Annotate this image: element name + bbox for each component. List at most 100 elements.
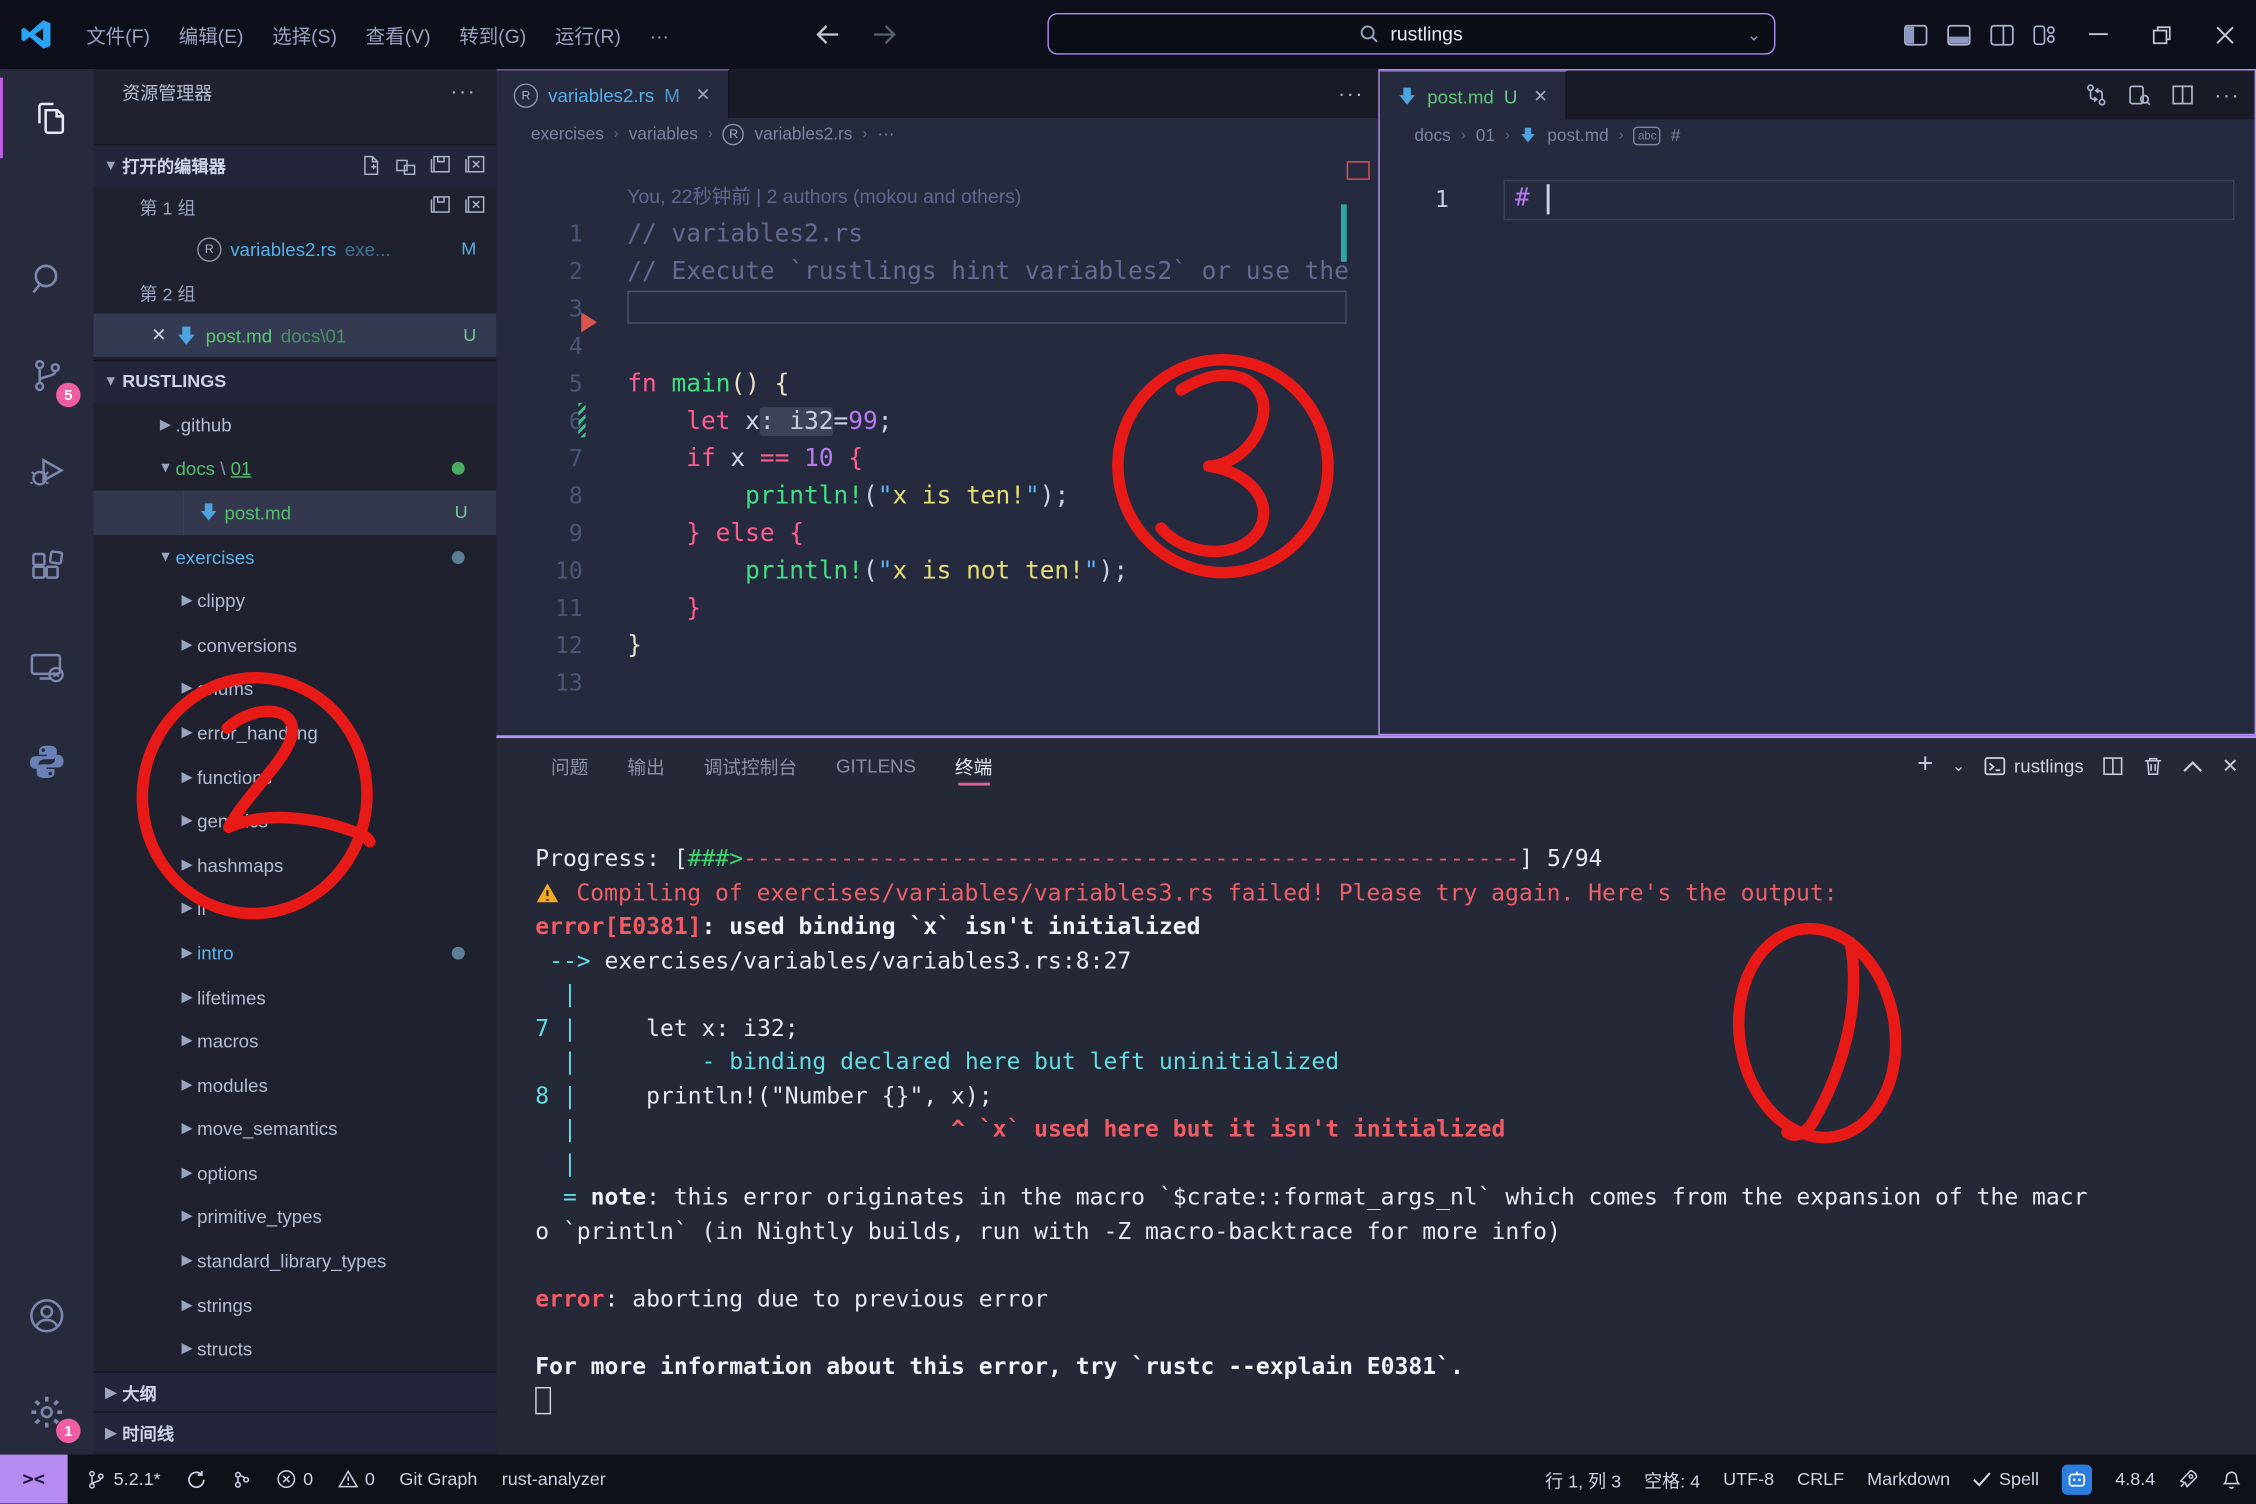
split-terminal-icon[interactable]: [2102, 755, 2124, 777]
new-terminal-icon[interactable]: +: [1917, 750, 1933, 782]
forward-arrow[interactable]: [872, 24, 896, 44]
code-line-6[interactable]: 6 let x: i32=99;: [496, 402, 1378, 440]
close-group-icon[interactable]: [465, 196, 485, 216]
close-window-button[interactable]: [2193, 0, 2256, 69]
close-tab-icon[interactable]: ✕: [696, 85, 710, 105]
run-debug-icon[interactable]: [0, 432, 94, 513]
tree-item-intro[interactable]: ▶ intro: [94, 931, 497, 975]
tree-item--github[interactable]: ▶ .github: [94, 403, 497, 447]
code-line-7[interactable]: 7 if x == 10 {: [496, 440, 1378, 477]
menu-item-2[interactable]: 选择(S): [258, 20, 352, 53]
code-line-12[interactable]: 12}: [496, 627, 1378, 664]
tree-item-modules[interactable]: ▶ modules: [94, 1063, 497, 1107]
git-graph-label[interactable]: Git Graph: [399, 1469, 477, 1489]
remote-explorer-icon[interactable]: [0, 627, 94, 708]
timeline-section[interactable]: ▶ 时间线: [93, 1411, 497, 1454]
panel-tab-调试控制台[interactable]: 调试控制台: [704, 738, 798, 793]
project-root-row[interactable]: ▼ RUSTLINGS: [93, 359, 497, 402]
rocket-icon[interactable]: [2178, 1469, 2198, 1489]
open-editor-variables2[interactable]: R variables2.rs exe... M: [94, 227, 497, 270]
open-editor-postmd[interactable]: ✕ post.md docs\01 U: [93, 313, 497, 357]
git-branch-status[interactable]: 5.2.1*: [86, 1468, 161, 1490]
menu-item-3[interactable]: 查看(V): [351, 20, 445, 53]
tree-item-if[interactable]: ▶ if: [94, 887, 497, 931]
tree-item-strings[interactable]: ▶ strings: [94, 1283, 497, 1327]
new-untitled-file-icon[interactable]: [361, 155, 381, 176]
terminal-list-item[interactable]: rustlings: [1984, 755, 2084, 776]
search-dropdown-chevron[interactable]: ⌄: [1747, 24, 1761, 44]
markdown-line-1[interactable]: 1 #: [1380, 180, 2255, 219]
close-editor-icon[interactable]: ✕: [151, 324, 167, 347]
editor-group-2-row[interactable]: 第 2 组: [94, 270, 497, 313]
eol[interactable]: CRLF: [1797, 1469, 1844, 1489]
code-line-10[interactable]: 10 println!("x is not ten!");: [496, 552, 1378, 589]
menu-item-1[interactable]: 编辑(E): [164, 20, 258, 53]
code-line-3[interactable]: 3: [496, 290, 1378, 328]
minimap[interactable]: [1340, 153, 1376, 441]
tree-item-post-md[interactable]: post.md U: [93, 490, 497, 535]
open-preview-icon[interactable]: [2128, 83, 2151, 106]
close-all-editors-icon[interactable]: [465, 155, 485, 175]
search-sidebar-icon[interactable]: [0, 239, 94, 320]
tree-item-hashmaps[interactable]: ▶ hashmaps: [94, 843, 497, 887]
menu-item-0[interactable]: 文件(F): [72, 20, 164, 53]
save-all-icon[interactable]: [430, 155, 450, 175]
minimize-button[interactable]: [2066, 0, 2129, 69]
terminal-dropdown-chevron[interactable]: ⌄: [1952, 756, 1965, 775]
warnings-count[interactable]: 0: [337, 1469, 375, 1489]
tree-item-clippy[interactable]: ▶ clippy: [94, 579, 497, 623]
outline-section[interactable]: ▶ 大纲: [93, 1371, 497, 1413]
tree-item-macros[interactable]: ▶ macros: [94, 1019, 497, 1063]
explorer-icon[interactable]: [0, 77, 96, 159]
rust-analyzer-status[interactable]: rust-analyzer: [502, 1469, 606, 1489]
editor1-more-actions-icon[interactable]: ···: [1338, 81, 1364, 105]
save-group-icon[interactable]: [430, 196, 450, 216]
ai-extension-badge[interactable]: [2062, 1463, 2093, 1495]
split-editors-icon[interactable]: [396, 155, 416, 176]
code-line-13[interactable]: 13: [496, 665, 1378, 702]
tab-postmd[interactable]: post.md U ✕: [1379, 70, 1567, 121]
accounts-icon[interactable]: [0, 1275, 94, 1356]
tree-item-lifetimes[interactable]: ▶ lifetimes: [94, 975, 497, 1019]
code-line-11[interactable]: 11 }: [496, 590, 1378, 627]
git-graph-icon-status[interactable]: [231, 1468, 251, 1490]
panel-tab-GITLENS[interactable]: GITLENS: [836, 738, 916, 793]
code-line-2[interactable]: 2// Execute `rustlings hint variables2` …: [496, 253, 1378, 290]
remote-indicator[interactable]: ><: [0, 1454, 68, 1504]
compare-changes-icon[interactable]: [2085, 83, 2108, 106]
terminal-output[interactable]: Progress: [###>-------------------------…: [535, 842, 2244, 1452]
tree-item-standard-library-types[interactable]: ▶ standard_library_types: [94, 1239, 497, 1283]
tab-variables2[interactable]: R variables2.rs M ✕: [496, 69, 729, 120]
tree-item-functions[interactable]: ▶ functions: [94, 755, 497, 799]
editor-group-1-row[interactable]: 第 1 组: [94, 184, 497, 227]
back-arrow[interactable]: [816, 24, 840, 44]
errors-count[interactable]: 0: [276, 1469, 313, 1489]
tree-item-conversions[interactable]: ▶ conversions: [94, 623, 497, 667]
code-line-5[interactable]: 5 fn main() {: [496, 365, 1378, 402]
toggle-sidebar-icon[interactable]: [1893, 0, 1936, 69]
toggle-secondary-sidebar-icon[interactable]: [1980, 0, 2023, 69]
tree-item-error-handling[interactable]: ▶ error_handling: [94, 711, 497, 755]
source-control-icon[interactable]: 5: [0, 335, 94, 416]
tree-item-structs[interactable]: ▶ structs: [94, 1327, 497, 1371]
tree-item-generics[interactable]: ▶ generics: [94, 799, 497, 843]
tree-item-enums[interactable]: ▶ enums: [94, 667, 497, 711]
tree-item-options[interactable]: ▶ options: [94, 1151, 497, 1195]
close-tab-icon[interactable]: ✕: [1533, 86, 1547, 106]
kill-terminal-icon[interactable]: [2143, 755, 2165, 777]
panel-tab-问题[interactable]: 问题: [551, 738, 588, 793]
code-line-9[interactable]: 9 } else {: [496, 515, 1378, 552]
sync-status[interactable]: [185, 1468, 207, 1490]
code-line-4[interactable]: 4: [496, 328, 1378, 365]
customize-layout-icon[interactable]: [2023, 0, 2066, 69]
spell-checker[interactable]: Spell: [1973, 1469, 2039, 1489]
toggle-panel-icon[interactable]: [1937, 0, 1980, 69]
extensions-icon[interactable]: [0, 528, 94, 609]
extension-version[interactable]: 4.8.4: [2115, 1469, 2155, 1489]
menu-item-6[interactable]: ···: [635, 20, 683, 53]
editor2-more-actions-icon[interactable]: ···: [2214, 83, 2240, 107]
tree-item-docs-01[interactable]: ▼ docs \ 01: [94, 447, 497, 491]
breadcrumb-2[interactable]: docs › 01 › post.md › abc #: [1379, 119, 2255, 152]
tree-item-exercises[interactable]: ▼ exercises: [94, 535, 497, 579]
split-editor-icon[interactable]: [2171, 83, 2194, 106]
